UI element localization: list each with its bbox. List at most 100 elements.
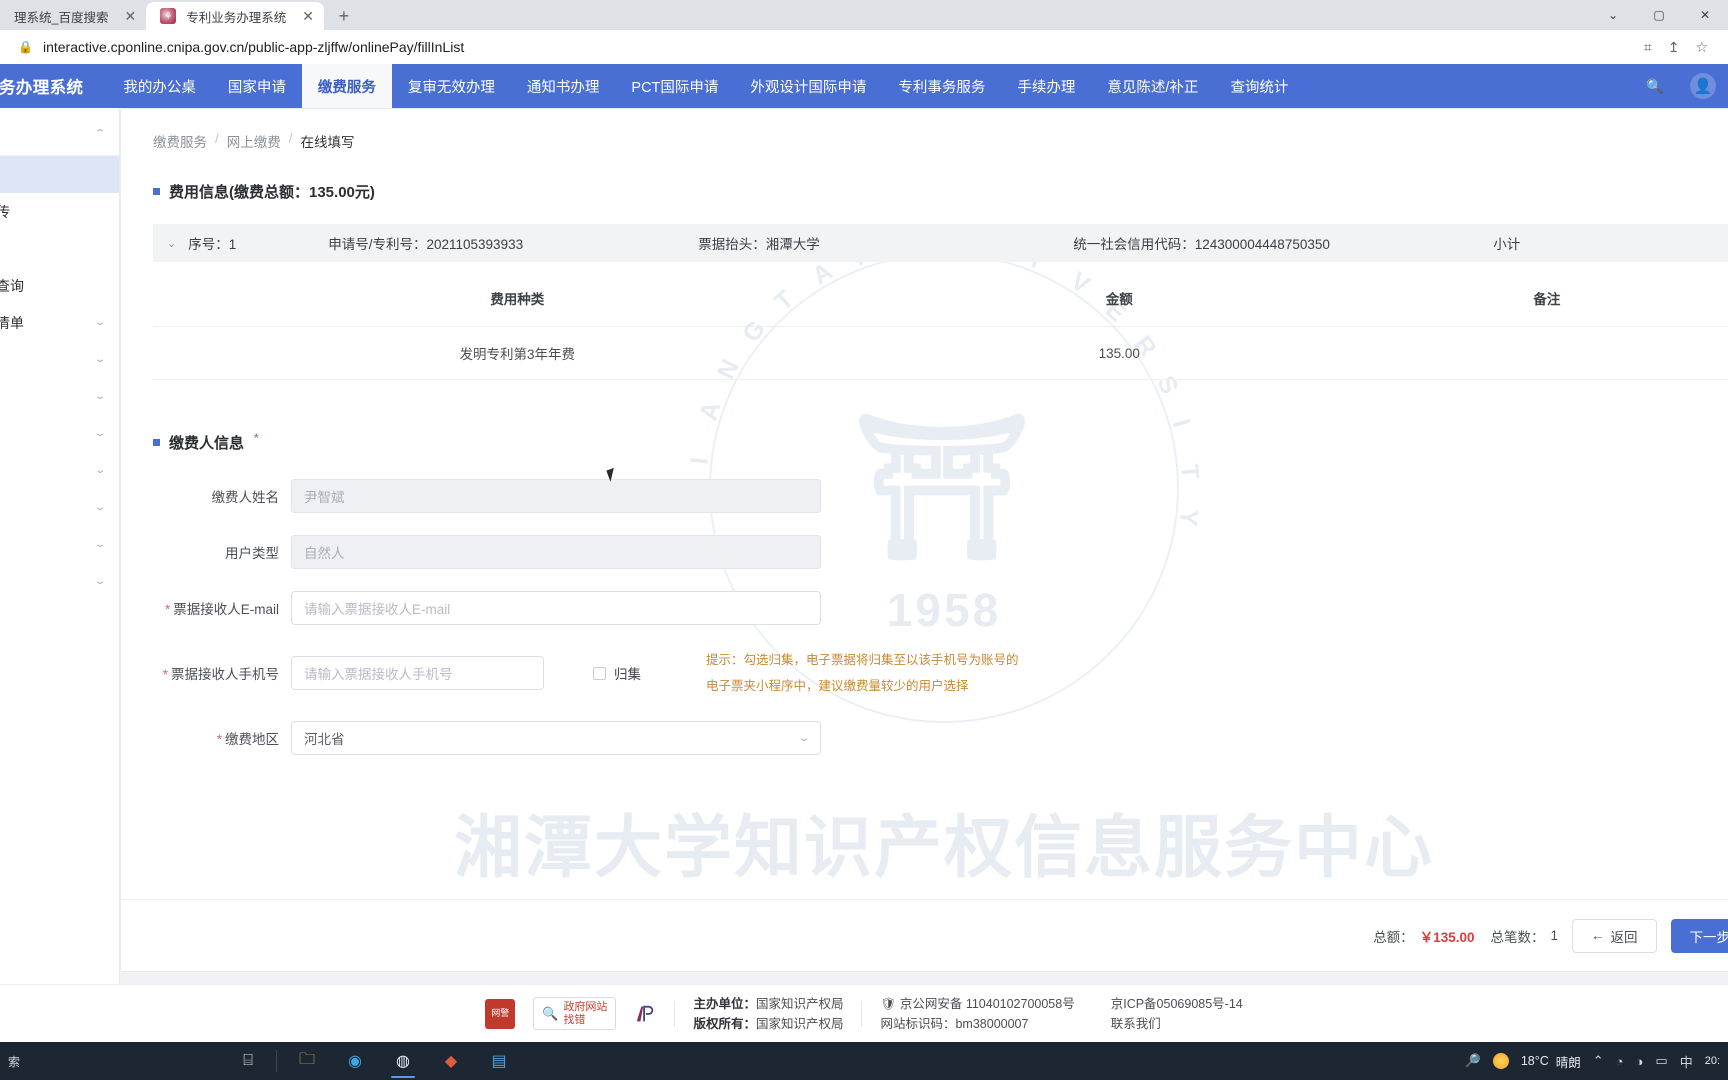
weather-widget[interactable]: 18°C 晴朗 [1521, 1052, 1581, 1071]
sidebar-item-online-fill[interactable]: 在线填写 [0, 156, 119, 193]
maximize-icon[interactable]: ▢ [1636, 0, 1682, 30]
fee-application-no-value: 2021105393933 [426, 237, 524, 252]
taskbar-search[interactable]: 索 [0, 1042, 20, 1080]
nav-item-national-application[interactable]: 国家申请 [212, 64, 302, 108]
footer-police-record-label[interactable]: 京公网安备 [900, 997, 966, 1011]
chevron-down-icon: ⌄ [93, 576, 106, 587]
wifi-icon[interactable]: ◔ [1616, 1054, 1624, 1069]
nav-item-patent-affairs[interactable]: 专利事务服务 [882, 64, 1001, 108]
media-player-icon[interactable]: ◆ [429, 1042, 473, 1080]
battery-icon[interactable]: ▭ [1655, 1053, 1667, 1069]
chevron-up-icon: ⌄ [93, 126, 106, 137]
new-tab-button[interactable]: + [330, 2, 358, 30]
sidebar-item-order-management[interactable]: 订单管理 [0, 230, 119, 267]
ime-icon[interactable]: 中 [1680, 1052, 1693, 1071]
chevron-down-icon[interactable]: ⌄ [167, 237, 176, 250]
chevron-down-icon: ⌄ [93, 428, 106, 439]
file-explorer-icon[interactable]: 🗀 [285, 1042, 329, 1080]
translate-icon[interactable]: ⌗ [1644, 39, 1652, 56]
browser-tab-1[interactable]: 理系统_百度搜索 ✕ [0, 2, 147, 30]
user-avatar-icon[interactable]: 👤 [1690, 73, 1716, 99]
collect-checkbox-wrap[interactable]: 归集 [593, 663, 641, 683]
weather-temperature: 18°C [1520, 1054, 1549, 1068]
chevron-up-icon[interactable]: ⌃ [1593, 1053, 1604, 1069]
sidebar-item-e-payment-list[interactable]: 电子缴费清单 ⌄ [0, 304, 119, 341]
sidebar-group-payment[interactable]: 缴费 ⌄ [0, 108, 119, 156]
search-tray-icon[interactable]: 🔎 [1465, 1053, 1481, 1069]
sidebar-item-invoice-service[interactable]: 票据服务 ⌄ [0, 341, 119, 378]
breadcrumb-item-online-payment[interactable]: 网上缴费 [227, 131, 281, 151]
payer-name-input[interactable]: 尹智斌 [291, 479, 821, 513]
nav-item-reexamination[interactable]: 复审无效办理 [392, 64, 511, 108]
cnipa-mark-icon [637, 1005, 654, 1021]
sidebar-item-bill-upload[interactable]: 缴费单上传 [0, 193, 119, 230]
fee-table: 费用种类 金额 备注 发明专利第3年年费 135.00 [153, 262, 1728, 380]
sidebar-item-label: 电子缴费清单 [0, 314, 24, 331]
chevron-down-icon: ⌄ [93, 391, 106, 402]
footer-organizer-label: 主办单位： [693, 996, 756, 1011]
sidebar-item-label: 缴费状态查询 [0, 277, 24, 294]
collect-checkbox[interactable] [593, 666, 606, 680]
nav-item-query-statistics[interactable]: 查询统计 [1214, 64, 1304, 108]
nav-item-my-desk[interactable]: 我的办公桌 [107, 64, 212, 108]
arrow-left-icon: ← [1591, 928, 1605, 943]
nav-item-pct[interactable]: PCT国际申请 [615, 64, 734, 108]
taskbar-clock[interactable]: 20: [1705, 1055, 1720, 1068]
back-button[interactable]: ← 返回 [1572, 918, 1657, 953]
share-icon[interactable]: ↥ [1668, 39, 1680, 56]
footer-icp-link[interactable]: 京ICP备05069085号-14 [1111, 994, 1243, 1014]
fee-credit-code-value: 124300004448750350 [1194, 237, 1330, 252]
url-text: interactive.cponline.cnipa.gov.cn/public… [42, 39, 465, 55]
omnibox[interactable]: 🔒 interactive.cponline.cnipa.gov.cn/publ… [0, 30, 1728, 64]
tab-strip: 理系统_百度搜索 ✕ ⚘ 专利业务办理系统 ✕ + ⌄ ▢ ✕ [0, 0, 1728, 30]
next-button[interactable]: 下一步 [1670, 918, 1728, 953]
taskbar-apps: ⌸ 🗀 ◉ ◍ ◆ ▤ [224, 1042, 521, 1080]
phone-input[interactable]: 请输入票据接收人手机号 [291, 656, 544, 690]
search-icon[interactable]: 🔍 [1642, 73, 1668, 99]
nav-item-design-intl[interactable]: 外观设计国际申请 [734, 64, 882, 108]
sidebar-item-account-management[interactable]: 账户管理 ⌄ [0, 415, 119, 452]
site-footer: 网警 🔍 政府网站 找错 主办单位：国家知识产权局 版权所有：国家知识产权局 🛡… [0, 984, 1728, 1042]
footer-copyright-label: 版权所有： [693, 1016, 756, 1031]
volume-icon[interactable]: ◑ [1636, 1054, 1644, 1069]
close-window-icon[interactable]: ✕ [1682, 0, 1728, 30]
sidebar-item-label: 缴费单上传 [0, 202, 10, 222]
user-type-label: 用户类型 [225, 546, 279, 561]
fee-index: 序号：1 [188, 233, 328, 253]
minimize-icon[interactable]: ⌄ [1590, 0, 1636, 30]
nav-item-statement-correction[interactable]: 意见陈述/补正 [1091, 64, 1214, 108]
footer-contact-link[interactable]: 联系我们 [1111, 1014, 1243, 1034]
nav-item-notification[interactable]: 通知书办理 [511, 64, 616, 108]
fee-row-remark [1356, 326, 1728, 380]
chrome-icon[interactable]: ◍ [381, 1042, 425, 1080]
sidebar-item-payment-status[interactable]: 缴费状态查询 [0, 267, 119, 304]
browser-tab-2[interactable]: ⚘ 专利业务办理系统 ✕ [146, 2, 324, 30]
sidebar-item-fee-query[interactable]: 费用查询 ⌄ [0, 378, 119, 415]
required-asterisk: * [254, 431, 259, 445]
taskbar-divider [276, 1050, 277, 1072]
bookmark-star-icon[interactable]: ☆ [1695, 39, 1708, 56]
region-select[interactable]: 河北省 ⌄ [291, 721, 821, 755]
sidebar-item-payment-info[interactable]: 缴费信息 ⌄ [0, 526, 119, 563]
nav-item-payment-service[interactable]: 缴费服务 [301, 64, 392, 108]
fee-invoice-title-value: 湘潭大学 [765, 237, 820, 252]
sidebar-item-info-maintenance[interactable]: 信息维护 ⌄ [0, 563, 119, 600]
notes-icon[interactable]: ▤ [477, 1042, 521, 1080]
email-input[interactable]: 请输入票据接收人E-mail [291, 591, 821, 625]
breadcrumb-item-payment-service[interactable]: 缴费服务 [153, 131, 207, 151]
required-asterisk: * [164, 602, 171, 617]
nav-item-procedures[interactable]: 手续办理 [1001, 64, 1091, 108]
gov-website-badge[interactable]: 🔍 政府网站 找错 [533, 996, 617, 1031]
chevron-down-icon: ⌄ [93, 539, 106, 550]
user-type-input[interactable]: 自然人 [291, 535, 821, 569]
sidebar-item-payment-service[interactable]: 缴费服务 ⌄ [0, 489, 119, 526]
sidebar: 缴费 ⌄ 在线填写 缴费单上传 订单管理 缴费状态查询 电子缴费清单 ⌄ 票据服… [0, 108, 120, 984]
bullet-square-icon [153, 188, 160, 195]
fee-summary-row[interactable]: ⌄ 序号：1 申请号/专利号：2021105393933 票据抬头：湘潭大学 统… [153, 224, 1728, 262]
close-icon[interactable]: ✕ [302, 8, 314, 25]
task-view-icon[interactable]: ⌸ [228, 1042, 268, 1080]
sidebar-item-refund[interactable]: 退款办理 ⌄ [0, 452, 119, 489]
close-icon[interactable]: ✕ [124, 8, 136, 25]
total-amount: ￥135.00 [1419, 929, 1475, 945]
edge-icon[interactable]: ◉ [333, 1042, 377, 1080]
